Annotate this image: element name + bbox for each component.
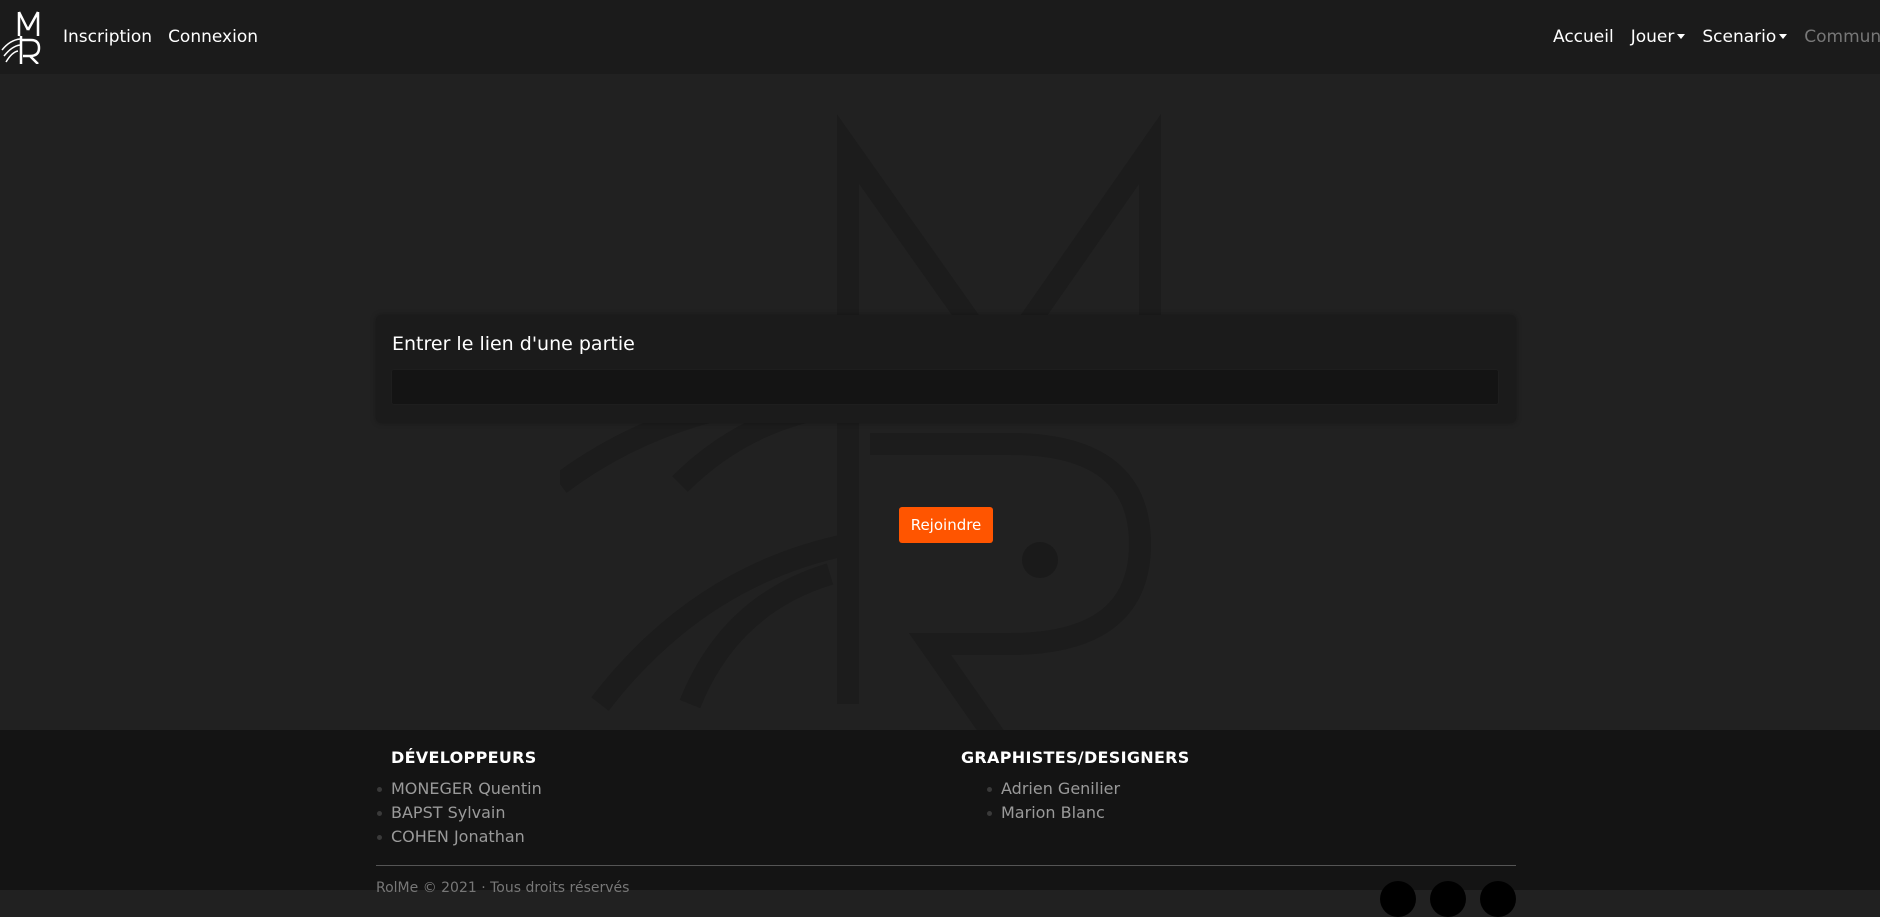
copyright-text: RolMe © 2021 · Tous droits réservés: [376, 880, 630, 896]
list-item: Marion Blanc: [986, 801, 1190, 825]
social-links: [1380, 881, 1516, 917]
nav-inscription[interactable]: Inscription: [63, 27, 152, 47]
rejoindre-button[interactable]: Rejoindre: [899, 507, 993, 543]
social-icon[interactable]: [1430, 881, 1466, 917]
list-item: Adrien Genilier: [986, 777, 1190, 801]
footer: DÉVELOPPEURS MONEGER Quentin BAPST Sylva…: [0, 730, 1880, 917]
nav-scenario-dropdown[interactable]: Scenario: [1702, 27, 1788, 47]
join-card: Entrer le lien d'une partie: [376, 315, 1516, 423]
nav-connexion[interactable]: Connexion: [168, 27, 258, 47]
main-content: Entrer le lien d'une partie Rejoindre: [0, 74, 1880, 730]
designers-column: GRAPHISTES/DESIGNERS Adrien Genilier Mar…: [961, 748, 1190, 825]
nav-jouer-dropdown[interactable]: Jouer: [1631, 27, 1686, 47]
list-item: BAPST Sylvain: [376, 801, 542, 825]
join-card-title: Entrer le lien d'une partie: [392, 333, 635, 355]
nav-accueil[interactable]: Accueil: [1553, 27, 1614, 47]
caret-down-icon: [1779, 34, 1788, 39]
designers-list: Adrien Genilier Marion Blanc: [986, 777, 1190, 825]
social-icon[interactable]: [1380, 881, 1416, 917]
list-item: COHEN Jonathan: [376, 825, 542, 849]
logo-icon[interactable]: [0, 10, 42, 64]
navbar: Inscription Connexion Accueil Jouer Scen…: [0, 0, 1880, 74]
nav-scenario-label: Scenario: [1702, 27, 1777, 47]
footer-divider: [376, 865, 1516, 866]
caret-down-icon: [1677, 34, 1686, 39]
developers-title: DÉVELOPPEURS: [391, 748, 537, 767]
social-icon[interactable]: [1480, 881, 1516, 917]
designers-title: GRAPHISTES/DESIGNERS: [961, 748, 1190, 767]
developers-list: MONEGER Quentin BAPST Sylvain COHEN Jona…: [376, 777, 542, 849]
nav-communaute[interactable]: Communauté: [1804, 27, 1880, 47]
developers-column: DÉVELOPPEURS MONEGER Quentin BAPST Sylva…: [376, 748, 542, 849]
game-link-input[interactable]: [391, 369, 1499, 405]
list-item: MONEGER Quentin: [376, 777, 542, 801]
nav-jouer-label: Jouer: [1630, 27, 1675, 47]
